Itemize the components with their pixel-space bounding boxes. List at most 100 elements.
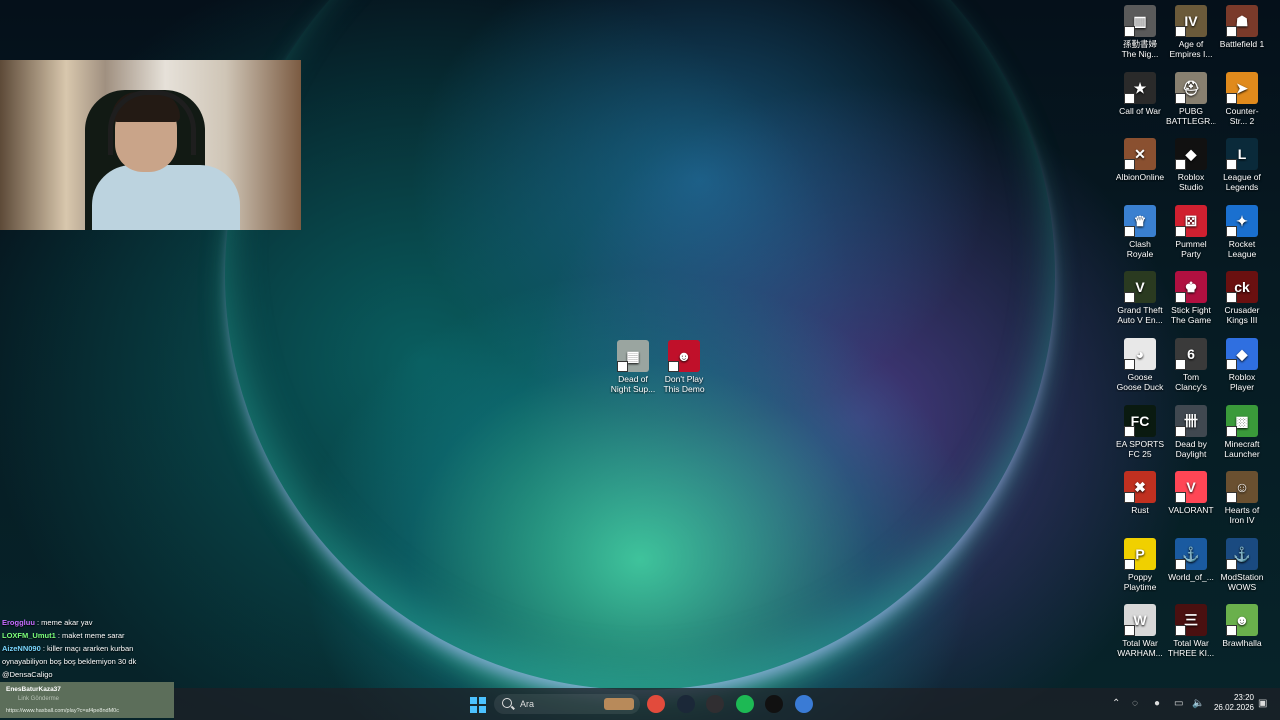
shortcut-label: Crusader Kings III	[1224, 305, 1260, 326]
shortcut-label: Call of War	[1119, 105, 1161, 116]
chat-message: LOXFM_Umut1 : maket meme sarar	[2, 629, 172, 642]
desktop-shortcut[interactable]: ☺ Hearts of Iron IV	[1217, 471, 1267, 525]
shortcut-label: 孫勤書婦 The Nig...	[1121, 39, 1159, 59]
desktop-shortcut[interactable]: 三 Total War THREE KI...	[1166, 604, 1216, 658]
desktop-shortcut[interactable]: V Grand Theft Auto V En...	[1115, 271, 1165, 325]
desktop-shortcut[interactable]: ◆ Roblox Player	[1217, 338, 1267, 392]
desktop-shortcut[interactable]: P Poppy Playtime	[1115, 537, 1165, 592]
app-icon: ♚	[1175, 271, 1207, 304]
shortcut-label: Don't Play This Demo	[663, 374, 705, 394]
desktop-shortcut[interactable]: ➤ Counter-Str... 2	[1217, 71, 1267, 126]
desktop-shortcut[interactable]: ▩ Minecraft Launcher	[1217, 404, 1267, 459]
shortcut-label: ModStation WOWS	[1220, 571, 1264, 592]
app-icon: ☺	[1226, 471, 1258, 504]
shortcut-label: League of Legends	[1223, 172, 1261, 193]
app-icon: L	[1226, 138, 1258, 171]
desktop-shortcut[interactable]: ☻ Brawlhalla	[1217, 604, 1267, 648]
desktop-shortcut[interactable]: 6Tom Clancy's Rainbow Si...	[1166, 338, 1216, 392]
spotify-icon[interactable]	[735, 695, 754, 713]
desktop-shortcut[interactable]: V VALORANT	[1166, 471, 1216, 515]
app-icon: 卌	[1175, 404, 1207, 437]
desktop-shortcut[interactable]: L League of Legends	[1217, 138, 1267, 192]
network-icon[interactable]: ▭	[1174, 698, 1183, 709]
app-icon: ⚄	[1175, 204, 1207, 237]
app-icon: W	[1124, 604, 1156, 637]
app-icon: FC	[1124, 404, 1156, 437]
app-icon: ◆	[1175, 138, 1207, 171]
shortcut-label: EA SPORTS FC 25	[1115, 438, 1165, 459]
app-icon: ➤	[1226, 71, 1258, 104]
chrome-icon[interactable]	[647, 695, 665, 713]
streamer-body	[92, 165, 240, 230]
microphone-icon[interactable]: ●	[1154, 698, 1160, 709]
discord-tray-icon[interactable]: ◌	[1132, 698, 1138, 709]
desktop-shortcut[interactable]: ★ Call of War	[1115, 71, 1165, 116]
desktop-shortcut[interactable]: ⛑ PUBG BATTLEGR...	[1166, 71, 1216, 126]
desktop-shortcut[interactable]: ☗ Battlefield 1	[1217, 5, 1267, 49]
desktop-shortcut[interactable]: ▦ Dead of Night Sup...	[608, 340, 658, 394]
shortcut-label: Total War WARHAM...	[1117, 638, 1163, 659]
desktop-shortcut[interactable]: W Total War WARHAM...	[1115, 604, 1165, 658]
chat-user: AizeNN090	[2, 644, 41, 653]
shortcut-label: Rocket League	[1227, 238, 1257, 259]
app-icon: ✖	[1124, 471, 1156, 504]
clock-time: 23:20	[1233, 693, 1254, 702]
shortcut-label: Grand Theft Auto V En...	[1117, 305, 1163, 326]
app-icon: ✦	[1226, 204, 1258, 237]
app-icon: ▥	[1124, 5, 1156, 37]
stream-chat-overlay: Eroggluu : meme akar yav LOXFM_Umut1 : ma…	[2, 616, 172, 681]
shortcut-label: Dead by Daylight	[1175, 438, 1207, 459]
desktop-shortcut[interactable]: ♚ Stick Fight The Game	[1166, 271, 1216, 325]
search-highlight-icon	[604, 698, 634, 710]
app-icon: V	[1175, 471, 1207, 504]
app-icon: ♛	[1124, 204, 1156, 237]
webcam-overlay	[0, 60, 301, 230]
shortcut-label: Hearts of Iron IV	[1224, 505, 1260, 526]
desktop-shortcut[interactable]: ▥ 孫勤書婦 The Nig...	[1115, 5, 1165, 59]
chat-message: @DensaCaligo	[2, 668, 172, 681]
chat-user: Eroggluu	[2, 618, 35, 627]
chevron-up-icon[interactable]: ⌃	[1112, 698, 1120, 709]
desktop-shortcut[interactable]: ck Crusader Kings III	[1217, 271, 1267, 325]
app-icon: ⛑	[1175, 71, 1207, 104]
app-icon: P	[1124, 537, 1156, 570]
chat-link: https://www.haxball.com/play?c=af4pe8ndM…	[6, 708, 119, 714]
shortcut-label: Tom Clancy's Rainbow Si...	[1175, 372, 1207, 392]
app-icon: V	[1124, 271, 1156, 304]
desktop-shortcut[interactable]: IV Age of Empires I...	[1166, 5, 1216, 59]
chat-text: : meme akar yav	[34, 618, 93, 627]
shortcut-label: Brawlhalla	[1222, 638, 1262, 649]
start-button[interactable]	[470, 697, 486, 713]
steam-icon[interactable]	[676, 695, 695, 713]
shortcut-label: Poppy Playtime	[1123, 571, 1157, 592]
desktop-shortcut[interactable]: ⚓ ModStation WOWS	[1217, 537, 1267, 592]
desktop-shortcut[interactable]: ✕ AlbionOnline	[1115, 138, 1165, 182]
capcut-icon[interactable]	[765, 695, 783, 713]
shield-app-icon[interactable]	[794, 695, 813, 713]
desktop-shortcut[interactable]: ✦ Rocket League	[1217, 204, 1267, 259]
desktop-shortcut[interactable]: ◕ Goose Goose Duck	[1115, 338, 1165, 392]
taskbar-search[interactable]: Ara	[494, 694, 640, 714]
notification-icon[interactable]: ▣	[1258, 698, 1267, 709]
app-icon: ⚓	[1226, 537, 1258, 570]
app-icon: ▦	[617, 340, 649, 372]
desktop-shortcut[interactable]: FC EA SPORTS FC 25	[1115, 404, 1165, 459]
shortcut-label: Rust	[1131, 505, 1149, 516]
desktop-shortcut[interactable]: ✖ Rust	[1115, 471, 1165, 515]
app-icon: ck	[1226, 271, 1258, 304]
desktop-shortcut[interactable]: ⚓ World_of_...	[1166, 537, 1216, 582]
obs-icon[interactable]	[706, 695, 724, 713]
desktop-shortcut[interactable]: ◆ Roblox Studio	[1166, 138, 1216, 192]
shortcut-label: World_of_...	[1168, 571, 1214, 582]
shortcut-label: Minecraft Launcher	[1224, 438, 1260, 459]
app-icon: ✕	[1124, 138, 1156, 171]
desktop-shortcut[interactable]: 卌 Dead by Daylight	[1166, 404, 1216, 459]
app-icon: ★	[1124, 71, 1156, 104]
volume-icon[interactable]: 🔈	[1192, 698, 1204, 709]
desktop-shortcut[interactable]: ⚄ Pummel Party	[1166, 204, 1216, 259]
headset	[108, 90, 196, 155]
taskbar-clock[interactable]: 23:20 26.02.2026	[1208, 693, 1254, 713]
desktop-shortcut[interactable]: ☻ Don't Play This Demo	[659, 340, 709, 394]
chat-message: Eroggluu : meme akar yav	[2, 616, 172, 629]
desktop-shortcut[interactable]: ♛ Clash Royale	[1115, 204, 1165, 259]
